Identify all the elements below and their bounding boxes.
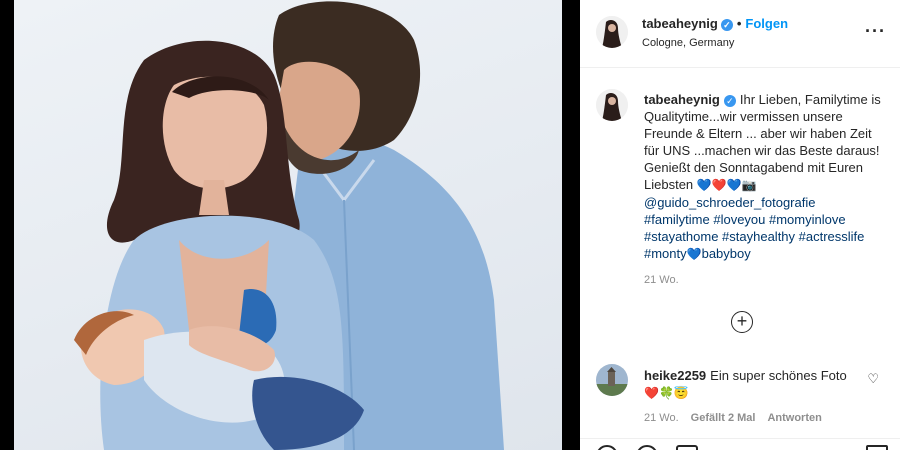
separator-dot: • — [736, 16, 742, 31]
blue-heart-emoji: 💙 — [686, 247, 702, 261]
bookmark-icon[interactable] — [866, 445, 888, 450]
comment-bubble-icon[interactable] — [636, 445, 658, 450]
caption-avatar[interactable] — [596, 89, 628, 121]
caption-timestamp[interactable]: 21 Wo. — [644, 274, 679, 286]
post-header: tabeaheynig ✓ • Folgen Cologne, Germany ··· — [580, 0, 900, 68]
follow-button[interactable]: Folgen — [745, 16, 788, 31]
caption-emojis: 💙❤️💙📷 — [696, 178, 757, 192]
post-sidebar: tabeaheynig ✓ • Folgen Cologne, Germany ···… — [580, 0, 900, 450]
comment-likes-count[interactable]: Gefällt 2 Mal — [691, 412, 756, 424]
caption-username[interactable]: tabeaheynig — [644, 92, 720, 107]
heart-outline-icon[interactable]: ♡ — [867, 371, 879, 387]
more-options-icon[interactable]: ··· — [865, 22, 886, 40]
action-bar — [580, 438, 900, 450]
post-location[interactable]: Cologne, Germany — [642, 37, 734, 49]
comment-timestamp[interactable]: 21 Wo. — [644, 412, 679, 424]
comment-meta: 21 Wo. Gefällt 2 Mal Antworten — [644, 412, 834, 424]
author-line: tabeaheynig ✓ • Folgen — [642, 16, 788, 31]
heart-outline-icon[interactable] — [596, 445, 618, 450]
author-username[interactable]: tabeaheynig — [642, 16, 718, 31]
comment-text: Ein super schönes Foto — [710, 368, 847, 383]
photographer-mention-link[interactable]: @guido_schroeder_fotografie — [644, 194, 884, 211]
commenter-username[interactable]: heike2259 — [644, 368, 706, 383]
post-caption: tabeaheynig ✓ Ihr Lieben, Familytime is Qu… — [644, 91, 884, 263]
hashtag-monty[interactable]: #monty — [644, 246, 687, 261]
plus-circle-icon[interactable]: + — [731, 311, 753, 333]
verified-badge-icon: ✓ — [723, 95, 736, 107]
comment: heike2259 Ein super schönes Foto ❤️🍀😇 — [644, 367, 864, 402]
family-photo-illustration — [74, 1, 504, 450]
hashtag-babyboy[interactable]: babyboy — [702, 246, 751, 261]
post-photo[interactable] — [14, 0, 562, 450]
comment-emojis: ❤️🍀😇 — [644, 386, 689, 400]
reply-button[interactable]: Antworten — [767, 412, 821, 424]
share-icon[interactable] — [676, 445, 698, 450]
caption-text: Ihr Lieben, Familytime is Qualitytime...… — [644, 92, 881, 192]
commenter-avatar[interactable] — [596, 364, 628, 396]
hashtags-line-2[interactable]: #stayathome #stayhealthy #actresslife — [644, 228, 884, 245]
author-avatar[interactable] — [596, 16, 628, 48]
photo-area — [0, 0, 580, 450]
hashtags-line-1[interactable]: #familytime #loveyou #momyinlove — [644, 211, 884, 228]
verified-badge-icon: ✓ — [720, 19, 733, 31]
hashtags-line-3: #monty💙babyboy — [644, 246, 751, 261]
